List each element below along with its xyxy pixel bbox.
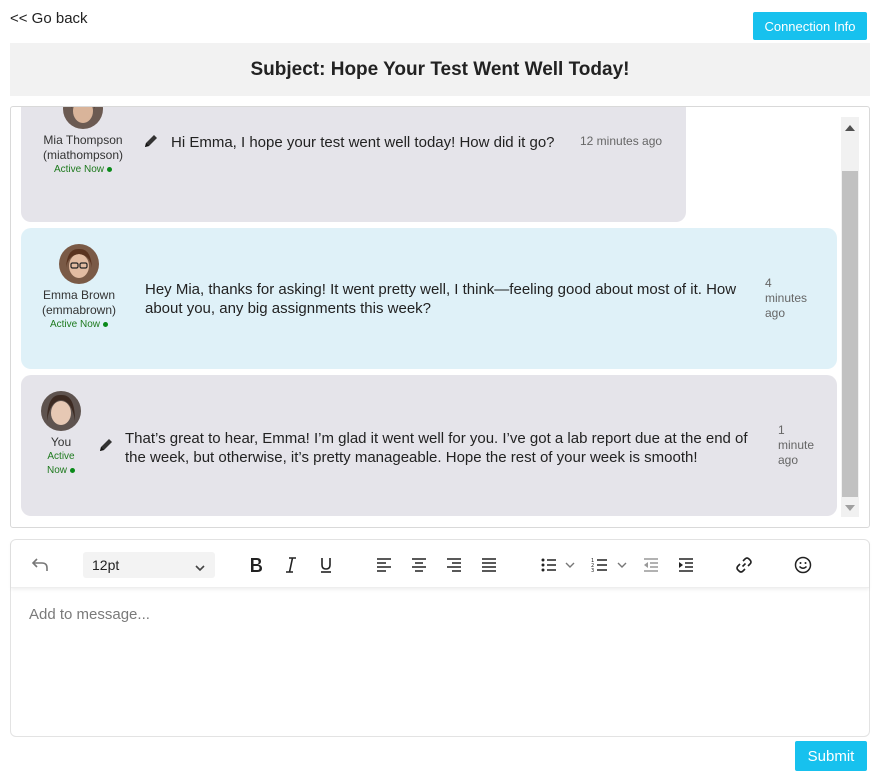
message-sender: Emma Brown (emmabrown) Active Now	[29, 244, 129, 332]
message-thread[interactable]: Mia Thompson (miathompson) Active Now Hi…	[10, 106, 870, 528]
link-icon[interactable]	[733, 554, 755, 576]
underline-icon[interactable]	[315, 554, 337, 576]
font-size-select[interactable]: 12pt	[83, 552, 215, 578]
chevron-down-icon[interactable]	[563, 554, 577, 576]
scroll-thumb[interactable]	[842, 171, 858, 497]
bullet-list-icon[interactable]	[538, 554, 560, 576]
connection-info-button[interactable]: Connection Info	[753, 12, 867, 40]
message-sender: Mia Thompson (miathompson) Active Now	[33, 107, 133, 177]
message-time: 1 minute ago	[778, 423, 815, 467]
chevron-down-icon[interactable]	[615, 554, 629, 576]
avatar	[41, 391, 81, 431]
numbered-list-icon[interactable]: 123	[589, 554, 611, 576]
message-item: Emma Brown (emmabrown) Active Now Hey Mi…	[21, 228, 837, 369]
font-size-value: 12pt	[92, 557, 120, 573]
message-item: You Active Now That’s great to hear, Emm…	[21, 375, 837, 516]
subject-bar: Subject: Hope Your Test Went Well Today!	[10, 43, 870, 96]
message-text: Hey Mia, thanks for asking! It went pret…	[145, 281, 737, 317]
sender-handle: (miathompson)	[42, 148, 124, 162]
emoji-icon[interactable]	[792, 554, 814, 576]
message-text: That’s great to hear, Emma! I’m glad it …	[125, 430, 748, 466]
sender-name: Mia Thompson	[43, 133, 123, 147]
message-item: Mia Thompson (miathompson) Active Now Hi…	[21, 107, 686, 222]
editor-toolbar: 12pt 123	[11, 540, 869, 588]
edit-pencil-icon[interactable]	[143, 133, 159, 149]
message-input[interactable]: Add to message...	[29, 606, 150, 623]
align-justify-icon[interactable]	[478, 554, 500, 576]
outdent-icon[interactable]	[640, 554, 662, 576]
svg-text:3: 3	[591, 568, 594, 574]
message-time: 4 minutes ago	[765, 276, 808, 320]
avatar	[63, 107, 103, 129]
align-right-icon[interactable]	[443, 554, 465, 576]
scroll-up-arrow-icon[interactable]	[845, 125, 855, 131]
subject-title: Subject: Hope Your Test Went Well Today!	[250, 58, 630, 80]
avatar	[59, 244, 99, 284]
align-center-icon[interactable]	[408, 554, 430, 576]
italic-icon[interactable]	[280, 554, 302, 576]
submit-button[interactable]: Submit	[795, 741, 867, 771]
indent-icon[interactable]	[675, 554, 697, 576]
chevron-down-icon	[193, 557, 207, 583]
online-dot-icon	[103, 321, 108, 327]
undo-icon[interactable]	[29, 554, 51, 576]
online-dot-icon	[70, 467, 75, 473]
message-time: 12 minutes ago	[580, 134, 663, 148]
message-editor[interactable]: 12pt 123 Add to message...	[10, 539, 870, 737]
sender-handle: (emmabrown)	[41, 303, 116, 317]
sender-name: You	[50, 435, 72, 449]
go-back-link[interactable]: << Go back	[10, 10, 88, 27]
sender-name: Emma Brown	[42, 288, 116, 302]
edit-pencil-icon[interactable]	[98, 437, 114, 453]
thread-scrollbar[interactable]	[841, 117, 859, 517]
online-dot-icon	[107, 166, 112, 172]
status-indicator: Active Now	[33, 163, 133, 177]
bold-icon[interactable]	[245, 554, 267, 576]
status-indicator: Active Now	[29, 318, 129, 332]
message-text: Hi Emma, I hope your test went well toda…	[171, 134, 555, 151]
scroll-down-arrow-icon[interactable]	[845, 505, 855, 511]
status-indicator: Active Now	[46, 451, 75, 476]
message-sender: You Active Now	[21, 391, 101, 478]
align-left-icon[interactable]	[373, 554, 395, 576]
